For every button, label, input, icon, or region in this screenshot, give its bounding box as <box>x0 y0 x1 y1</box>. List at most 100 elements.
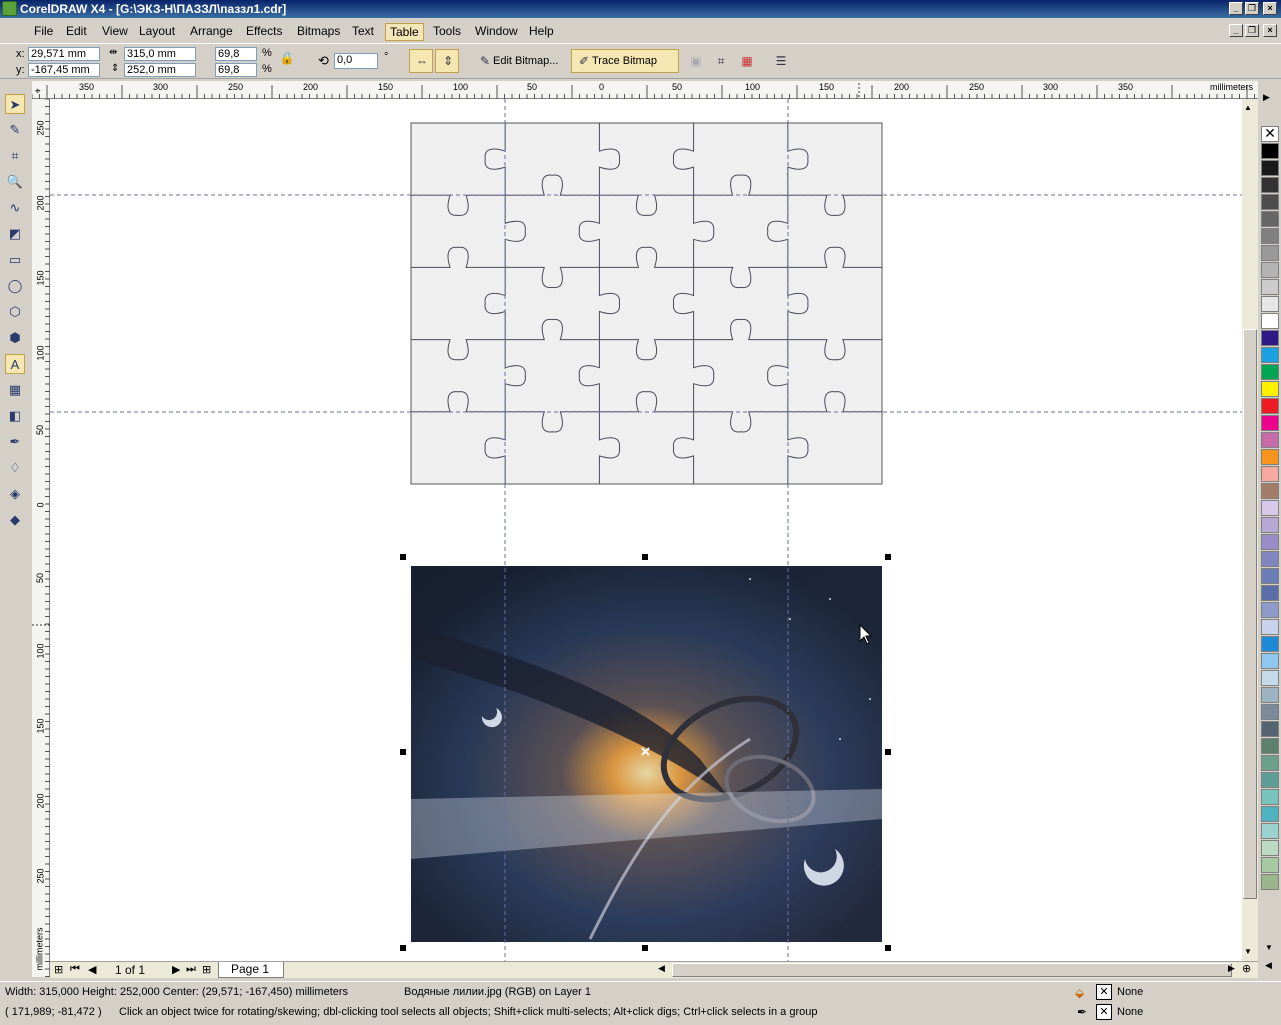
page-1-tab[interactable]: Page 1 <box>218 962 284 978</box>
drawing-canvas[interactable] <box>50 99 1242 961</box>
freehand-tool-icon[interactable]: ∿ <box>5 198 25 218</box>
color-swatch[interactable] <box>1261 313 1279 329</box>
vertical-ruler[interactable]: 250 200 150 100 50 0 50 100 150 200 250 … <box>32 99 50 977</box>
puzzle-grid[interactable] <box>410 122 883 485</box>
color-swatch[interactable] <box>1261 330 1279 346</box>
menu-file[interactable]: File <box>30 23 57 39</box>
color-swatch[interactable] <box>1261 296 1279 312</box>
color-swatch[interactable] <box>1261 840 1279 856</box>
rectangle-tool-icon[interactable]: ▭ <box>5 250 25 270</box>
crop-bitmap-icon[interactable]: ⌗ <box>708 49 730 73</box>
color-swatch[interactable] <box>1261 228 1279 244</box>
color-swatch[interactable] <box>1261 279 1279 295</box>
scroll-up-icon[interactable]: ▲ <box>1244 103 1252 112</box>
palette-flyout-icon[interactable]: ◀ <box>1265 960 1272 971</box>
color-swatch[interactable] <box>1261 687 1279 703</box>
interactive-blend-tool-icon[interactable]: ◧ <box>5 406 25 426</box>
outline-none-swatch[interactable]: ✕ <box>1096 1004 1112 1020</box>
color-swatch[interactable] <box>1261 585 1279 601</box>
color-swatch[interactable] <box>1261 738 1279 754</box>
scroll-down-icon[interactable]: ▼ <box>1244 947 1252 956</box>
doc-minimize-button[interactable]: _ <box>1229 24 1243 37</box>
hscroll-right-icon[interactable]: ▶ <box>1228 963 1235 974</box>
color-swatch[interactable] <box>1261 721 1279 737</box>
navigator-icon[interactable]: ⊕ <box>1242 962 1251 975</box>
color-swatch[interactable] <box>1261 364 1279 380</box>
fill-none-swatch[interactable]: ✕ <box>1096 984 1112 1000</box>
table-tool-icon[interactable]: ▦ <box>5 380 25 400</box>
doc-restore-button[interactable]: ❐ <box>1245 24 1259 37</box>
ruler-origin-icon[interactable]: ⌖ <box>35 86 41 97</box>
doc-close-button[interactable]: × <box>1263 24 1277 37</box>
text-tool-icon[interactable]: A <box>5 354 25 374</box>
color-swatch[interactable] <box>1261 160 1279 176</box>
space-bitmap-image[interactable] <box>411 566 882 942</box>
color-swatch[interactable] <box>1261 466 1279 482</box>
color-swatch[interactable] <box>1261 755 1279 771</box>
last-page-icon[interactable]: ⏭ <box>186 963 196 976</box>
menu-text[interactable]: Text <box>348 23 378 39</box>
minimize-button[interactable]: _ <box>1229 2 1243 15</box>
color-swatch[interactable] <box>1261 517 1279 533</box>
color-swatch[interactable] <box>1261 245 1279 261</box>
color-swatch[interactable] <box>1261 704 1279 720</box>
color-swatch[interactable] <box>1261 194 1279 210</box>
menu-window[interactable]: Window <box>471 23 522 39</box>
horizontal-ruler[interactable]: 350 300 250 200 150 100 50 0 50 100 150 … <box>32 81 1258 99</box>
close-button[interactable]: × <box>1263 2 1277 15</box>
color-swatch[interactable] <box>1261 823 1279 839</box>
color-swatch[interactable] <box>1261 211 1279 227</box>
menu-view[interactable]: View <box>98 23 132 39</box>
fill-tool-icon[interactable]: ◈ <box>5 484 25 504</box>
crop-tool-icon[interactable]: ⌗ <box>5 146 25 166</box>
vertical-scrollbar[interactable]: ▲ ▼ <box>1242 99 1258 961</box>
height-field[interactable]: 252,0 mm <box>124 63 196 77</box>
first-page-icon[interactable]: ⏮ <box>70 963 80 976</box>
trace-bitmap-button[interactable]: ✐ Trace Bitmap <box>571 49 679 73</box>
color-swatch[interactable] <box>1261 670 1279 686</box>
color-swatch[interactable] <box>1261 789 1279 805</box>
restore-button[interactable]: ❐ <box>1245 2 1259 15</box>
scale-y-field[interactable]: 69,8 <box>215 63 257 77</box>
coreldraw-app-icon[interactable] <box>2 1 17 16</box>
zoom-tool-icon[interactable]: 🔍 <box>5 172 25 192</box>
add-page-after-icon[interactable]: ⊞ <box>202 963 211 976</box>
pick-tool-icon[interactable]: ➤ <box>5 94 25 114</box>
scale-x-field[interactable]: 69,8 <box>215 47 257 61</box>
color-swatch[interactable] <box>1261 500 1279 516</box>
prev-page-icon[interactable]: ◀ <box>88 963 96 976</box>
horizontal-scroll-thumb[interactable] <box>672 963 1232 977</box>
color-swatch[interactable] <box>1261 177 1279 193</box>
color-swatch[interactable] <box>1261 381 1279 397</box>
color-swatch[interactable] <box>1261 398 1279 414</box>
color-swatch[interactable] <box>1261 857 1279 873</box>
polygon-tool-icon[interactable]: ⬡ <box>5 302 25 322</box>
eyedropper-tool-icon[interactable]: ✒ <box>5 432 25 452</box>
width-field[interactable]: 315,0 mm <box>124 47 196 61</box>
basic-shapes-tool-icon[interactable]: ⬢ <box>5 328 25 348</box>
palette-scroll-up-icon[interactable]: ▶ <box>1263 92 1270 103</box>
menu-arrange[interactable]: Arrange <box>186 23 237 39</box>
color-swatch[interactable] <box>1261 806 1279 822</box>
color-swatch[interactable] <box>1261 534 1279 550</box>
y-position-field[interactable]: -167,45 mm <box>28 63 100 77</box>
hscroll-left-icon[interactable]: ◀ <box>658 963 665 974</box>
shape-tool-icon[interactable]: ✎ <box>5 120 25 140</box>
vertical-scroll-thumb[interactable] <box>1243 329 1257 899</box>
add-page-before-icon[interactable]: ⊞ <box>54 963 63 976</box>
color-swatch[interactable] <box>1261 568 1279 584</box>
menu-help[interactable]: Help <box>525 23 558 39</box>
menu-tools[interactable]: Tools <box>429 23 465 39</box>
interactive-fill-tool-icon[interactable]: ◆ <box>5 510 25 530</box>
wrap-text-icon[interactable]: ☰ <box>768 49 790 73</box>
color-swatch[interactable] <box>1261 772 1279 788</box>
resample-icon[interactable]: ▣ <box>683 49 705 73</box>
outline-tool-icon[interactable]: ♢ <box>5 458 25 478</box>
color-swatch[interactable] <box>1261 432 1279 448</box>
color-swatch[interactable] <box>1261 551 1279 567</box>
edit-bitmap-button[interactable]: ✎ Edit Bitmap... <box>472 49 564 73</box>
color-swatch[interactable] <box>1261 347 1279 363</box>
color-swatch[interactable] <box>1261 602 1279 618</box>
color-swatch[interactable] <box>1261 143 1279 159</box>
drawing-area[interactable] <box>50 99 1242 961</box>
